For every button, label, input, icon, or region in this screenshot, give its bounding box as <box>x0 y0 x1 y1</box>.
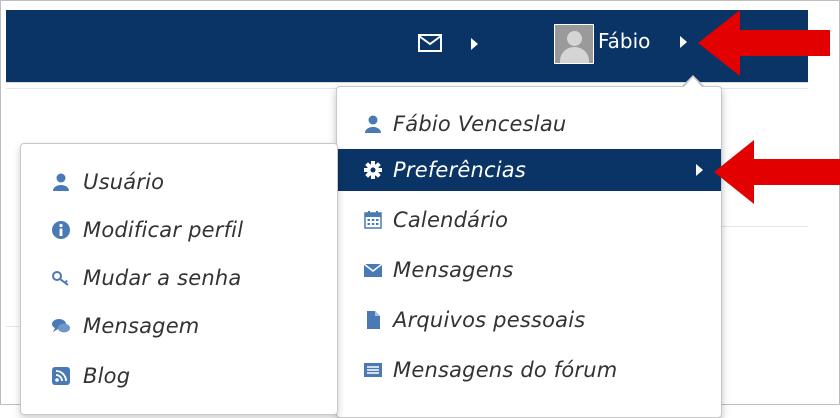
submenu-item-blog[interactable]: Blog <box>21 354 337 398</box>
submenu-item-label: Modificar perfil <box>83 218 244 242</box>
rss-icon <box>52 367 70 385</box>
page-divider <box>720 226 808 227</box>
user-avatar[interactable] <box>554 24 594 64</box>
dropdown-pointer <box>684 77 702 87</box>
submenu-item-label: Mensagem <box>83 314 200 338</box>
menu-item-label: Arquivos pessoais <box>393 308 586 332</box>
envelope-icon[interactable] <box>418 34 442 52</box>
submenu-item-user[interactable]: Usuário <box>21 160 337 204</box>
user-icon <box>365 115 381 133</box>
submenu-item-message[interactable]: Mensagem <box>21 304 337 348</box>
user-menu-caret-icon[interactable] <box>680 36 687 48</box>
submenu-item-label: Mudar a senha <box>83 266 242 290</box>
menu-item-label: Mensagens do fórum <box>393 358 618 382</box>
menu-item-preferences[interactable]: Preferências <box>337 149 721 191</box>
page-divider <box>6 326 20 327</box>
user-dropdown-menu: Fábio Venceslau Preferências Calendário <box>336 86 722 418</box>
menu-item-label: Calendário <box>393 208 509 232</box>
menu-item-private-files[interactable]: Arquivos pessoais <box>337 299 721 341</box>
gear-icon <box>364 161 382 179</box>
file-icon <box>367 311 380 329</box>
preferences-submenu: Usuário Modificar perfil Mudar a senha M… <box>20 143 338 415</box>
red-arrow-icon <box>698 10 830 76</box>
red-arrow-icon <box>714 140 840 204</box>
chat-icon <box>52 319 70 333</box>
list-icon <box>364 363 382 377</box>
menu-item-profile[interactable]: Fábio Venceslau <box>337 103 721 145</box>
menu-item-forum-posts[interactable]: Mensagens do fórum <box>337 349 721 391</box>
info-icon <box>52 221 70 239</box>
submenu-item-label: Blog <box>83 364 131 388</box>
messages-caret-icon[interactable] <box>471 38 478 50</box>
menu-item-calendar[interactable]: Calendário <box>337 199 721 241</box>
calendar-icon <box>364 211 382 229</box>
menu-item-label: Mensagens <box>393 258 514 282</box>
submenu-caret-icon <box>696 164 703 176</box>
submenu-item-edit-profile[interactable]: Modificar perfil <box>21 208 337 252</box>
top-navbar <box>6 10 808 82</box>
user-name[interactable]: Fábio <box>598 29 650 53</box>
submenu-item-change-password[interactable]: Mudar a senha <box>21 256 337 300</box>
menu-item-messages[interactable]: Mensagens <box>337 249 721 291</box>
user-icon <box>53 173 69 191</box>
menu-item-label: Preferências <box>393 158 526 182</box>
submenu-item-label: Usuário <box>83 170 165 194</box>
envelope-icon <box>363 263 383 277</box>
key-icon <box>52 271 69 286</box>
menu-item-label: Fábio Venceslau <box>393 112 567 136</box>
